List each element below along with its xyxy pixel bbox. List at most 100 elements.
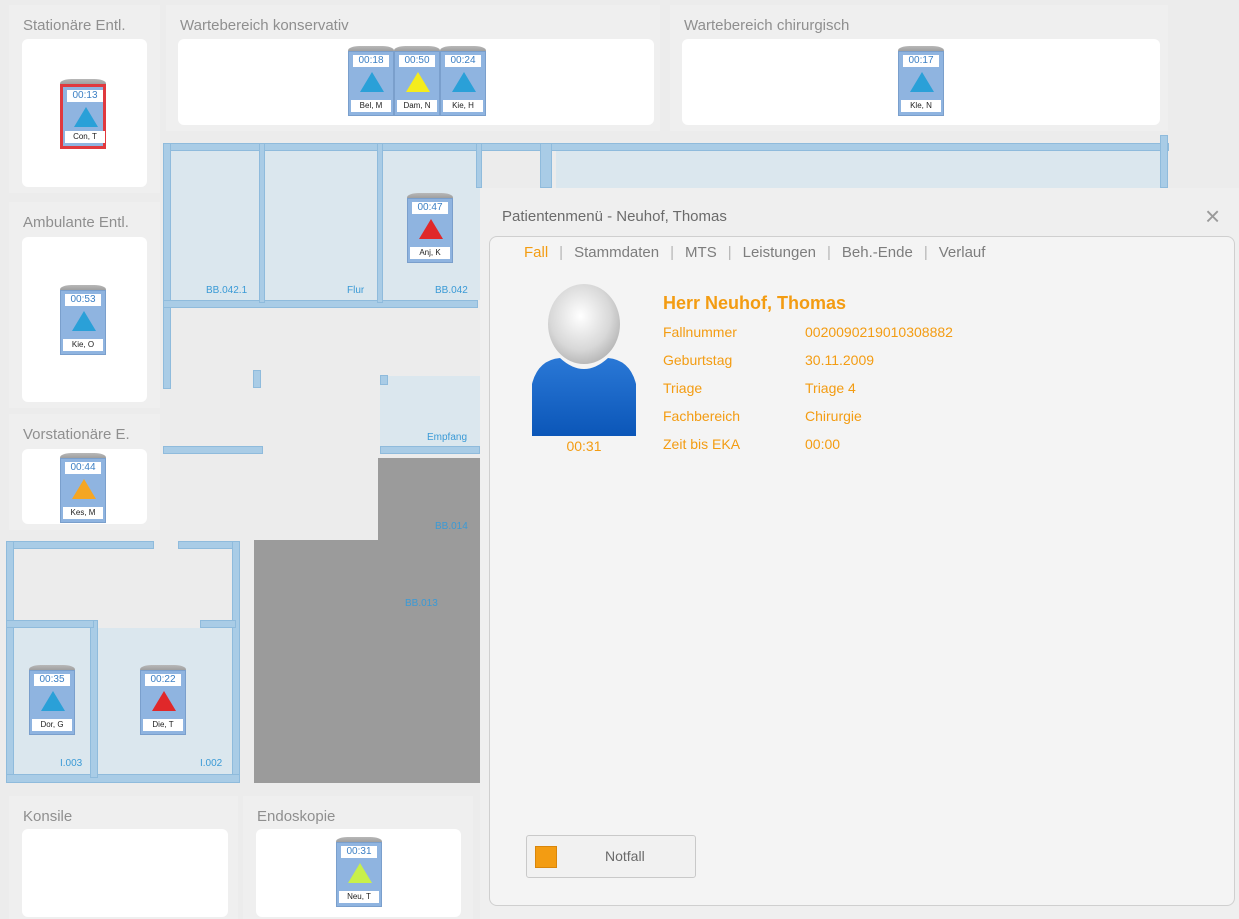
tab-fall[interactable]: Fall [524, 244, 548, 261]
waiting-time: 00:22 [145, 674, 181, 686]
close-icon[interactable]: × [1205, 201, 1220, 232]
info-row: Fallnummer 0020090219010308882 [663, 324, 953, 340]
wall [377, 143, 383, 303]
triage-icon [152, 691, 176, 711]
wall [6, 620, 94, 628]
tab-separator: | [670, 244, 675, 261]
room-flur[interactable] [264, 150, 378, 300]
patient-name: Die, T [143, 719, 183, 731]
info-label: Fachbereich [663, 408, 741, 424]
room-label: BB.013 [405, 598, 438, 609]
notfall-label: Notfall [605, 848, 645, 864]
patient-name: Con, T [65, 131, 105, 143]
zone-drop-area[interactable] [22, 829, 228, 917]
patient-card[interactable]: 00:53 Kie, O [60, 285, 106, 355]
patient-heading: Herr Neuhof, Thomas [663, 293, 847, 313]
waiting-time: 00:31 [341, 846, 377, 858]
tab-bar: Fall | Stammdaten | MTS | Leistungen | Beh.-Ende… [524, 244, 985, 261]
patient-card[interactable]: 00:31 Neu, T [336, 837, 382, 907]
emergency-icon [535, 846, 557, 868]
info-label: Triage [663, 380, 703, 396]
patient-card[interactable]: 00:44 Kes, M [60, 453, 106, 523]
zone-title: Ambulante Entl. [23, 214, 129, 231]
waiting-time: 00:17 [903, 55, 939, 67]
waiting-time: 00:47 [412, 202, 448, 214]
room-label: I.003 [60, 758, 83, 769]
room-top-right[interactable] [556, 150, 1164, 188]
patient-card[interactable]: 00:13 Con, T [60, 79, 106, 149]
waiting-time: 00:50 [399, 55, 435, 67]
zone-title: Wartebereich chirurgisch [684, 17, 850, 34]
info-label: Zeit bis EKA [663, 436, 741, 452]
triage-icon [348, 863, 372, 883]
triage-icon [452, 72, 476, 92]
wall [200, 620, 236, 628]
waiting-time: 00:24 [445, 55, 481, 67]
card-body: 00:35 Dor, G [29, 670, 75, 735]
patient-name: Bel, M [351, 100, 391, 112]
triage-icon [419, 219, 443, 239]
triage-icon [41, 691, 65, 711]
zone-title: Vorstationäre E. [23, 426, 130, 443]
wall [6, 541, 14, 783]
card-body: 00:31 Neu, T [336, 842, 382, 907]
waiting-time: 00:18 [353, 55, 389, 67]
patient-name: Kie, H [443, 100, 483, 112]
info-value: 30.11.2009 [805, 352, 875, 368]
triage-icon [72, 311, 96, 331]
wall [1160, 135, 1168, 188]
waiting-time: 00:13 [67, 90, 103, 102]
patient-card[interactable]: 00:47 Anj, K [407, 193, 453, 263]
triage-icon [74, 107, 98, 127]
info-value: Chirurgie [805, 408, 862, 424]
tab-separator: | [727, 244, 732, 261]
info-row: Geburtstag 30.11.2009 [663, 352, 874, 368]
card-body: 00:53 Kie, O [60, 290, 106, 355]
info-value: Triage 4 [805, 380, 856, 396]
tab-separator: | [559, 244, 564, 261]
card-body: 00:18 Bel, M [348, 51, 394, 116]
wall [178, 541, 240, 549]
room-label: BB.042 [435, 285, 468, 296]
patient-card[interactable]: 00:22 Die, T [140, 665, 186, 735]
zone-title: Konsile [23, 808, 73, 825]
waiting-time: 00:44 [65, 462, 101, 474]
patient-name: Kle, N [901, 100, 941, 112]
tab-stammdaten[interactable]: Stammdaten [574, 244, 659, 261]
zone-konsile: Konsile [9, 796, 238, 919]
patient-card[interactable]: 00:18 Bel, M [348, 46, 394, 116]
wall [253, 370, 261, 388]
patient-card[interactable]: 00:24 Kie, H [440, 46, 486, 116]
patient-card[interactable]: 00:50 Dam, N [394, 46, 440, 116]
card-body: 00:17 Kle, N [898, 51, 944, 116]
dialog-content: Fall | Stammdaten | MTS | Leistungen | Beh.-Ende… [489, 236, 1235, 906]
dialog-title: Patientenmenü - Neuhof, Thomas [502, 208, 727, 225]
patient-card[interactable]: 00:35 Dor, G [29, 665, 75, 735]
card-body: 00:24 Kie, H [440, 51, 486, 116]
room-label: BB.014 [435, 521, 468, 532]
patient-menu-dialog: Patientenmenü - Neuhof, Thomas × Fall | St… [480, 188, 1239, 919]
card-body: 00:13 Con, T [60, 84, 106, 149]
tab-verlauf[interactable]: Verlauf [939, 244, 986, 261]
zone-title: Stationäre Entl. [23, 17, 126, 34]
patient-name: Dor, G [32, 719, 72, 731]
avatar [532, 284, 636, 436]
info-label: Geburtstag [663, 352, 733, 368]
tab-leistungen[interactable]: Leistungen [743, 244, 816, 261]
triage-icon [72, 479, 96, 499]
patient-name: Kes, M [63, 507, 103, 519]
room-label: BB.042.1 [206, 285, 248, 296]
wall [90, 620, 98, 778]
zone-title: Wartebereich konservativ [180, 17, 349, 34]
card-body: 00:47 Anj, K [407, 198, 453, 263]
notfall-button[interactable]: Notfall [526, 835, 696, 878]
tab-beh-ende[interactable]: Beh.-Ende [842, 244, 913, 261]
zone-title: Endoskopie [257, 808, 336, 825]
info-row: Zeit bis EKA 00:00 [663, 436, 840, 452]
triage-icon [406, 72, 430, 92]
patient-card[interactable]: 00:17 Kle, N [898, 46, 944, 116]
unused-area [254, 540, 480, 783]
tab-mts[interactable]: MTS [685, 244, 717, 261]
tab-separator: | [827, 244, 831, 261]
room-bb0421[interactable] [170, 150, 260, 300]
